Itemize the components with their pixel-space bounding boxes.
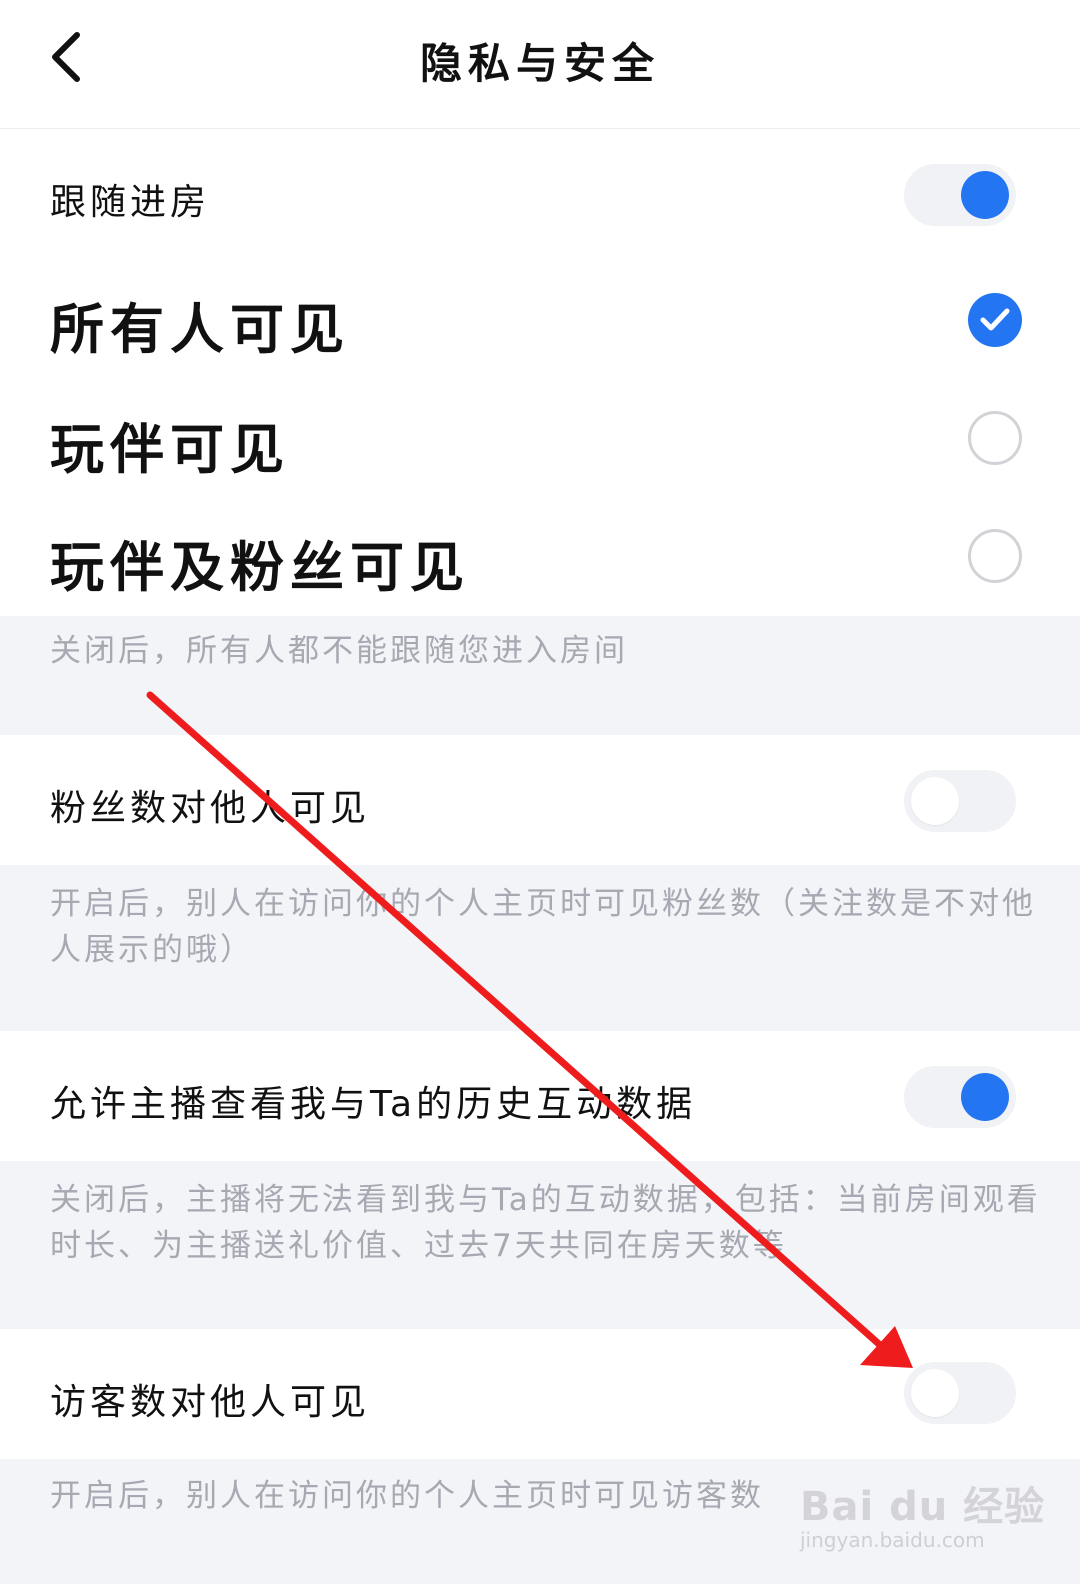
follow-room-toggle[interactable] [904,164,1016,226]
fans-visible-description-block: 开启后，别人在访问你的个人主页时可见粉丝数（关注数是不对他人展示的哦） [0,865,1080,1031]
option-everyone-label: 所有人可见 [50,298,350,361]
history-interaction-toggle[interactable] [904,1066,1016,1128]
option-playmates-label: 玩伴可见 [50,418,290,481]
fans-visible-toggle[interactable] [904,770,1016,832]
header-bar: 隐私与安全 [0,0,1080,129]
visitors-visible-toggle[interactable] [904,1362,1016,1424]
option-playmates-row[interactable]: 玩伴可见 [0,379,1080,497]
privacy-security-screen: 隐私与安全 跟随进房 所有人可见 玩伴可见 玩伴及粉丝可见 关闭后，所有人都不能… [0,0,1080,1584]
option-playmates-fans-label: 玩伴及粉丝可见 [50,536,470,599]
follow-room-row: 跟随进房 [0,129,1080,259]
toggle-knob [961,1073,1009,1121]
visitors-visible-description: 开启后，别人在访问你的个人主页时可见访客数 [50,1478,764,1514]
checkmark-icon [980,308,1010,331]
visitors-visible-label: 访客数对他人可见 [50,1382,371,1423]
toggle-knob [911,777,959,825]
option-playmates-fans-row[interactable]: 玩伴及粉丝可见 [0,497,1080,616]
toggle-knob [911,1369,959,1417]
history-interaction-row: 允许主播查看我与Ta的历史互动数据 [0,1031,1080,1161]
option-playmates-radio[interactable] [968,411,1022,465]
fans-visible-label: 粉丝数对他人可见 [50,788,371,829]
history-interaction-description-block: 关闭后，主播将无法看到我与Ta的互动数据，包括：当前房间观看时长、为主播送礼价值… [0,1161,1080,1329]
follow-room-description-block: 关闭后，所有人都不能跟随您进入房间 [0,616,1080,735]
visitors-visible-description-block: 开启后，别人在访问你的个人主页时可见访客数 [0,1459,1080,1584]
follow-room-description: 关闭后，所有人都不能跟随您进入房间 [50,633,628,669]
history-interaction-label: 允许主播查看我与Ta的历史互动数据 [50,1084,697,1125]
page-title: 隐私与安全 [419,39,660,88]
toggle-knob [961,171,1009,219]
fans-visible-row: 粉丝数对他人可见 [0,735,1080,865]
option-playmates-fans-radio[interactable] [968,529,1022,583]
follow-room-label: 跟随进房 [50,182,211,223]
visitors-visible-row: 访客数对他人可见 [0,1329,1080,1459]
option-everyone-row[interactable]: 所有人可见 [0,259,1080,379]
option-everyone-radio[interactable] [968,293,1022,347]
history-interaction-description: 关闭后，主播将无法看到我与Ta的互动数据，包括：当前房间观看时长、为主播送礼价值… [50,1182,1041,1264]
fans-visible-description: 开启后，别人在访问你的个人主页时可见粉丝数（关注数是不对他人展示的哦） [50,886,1036,968]
